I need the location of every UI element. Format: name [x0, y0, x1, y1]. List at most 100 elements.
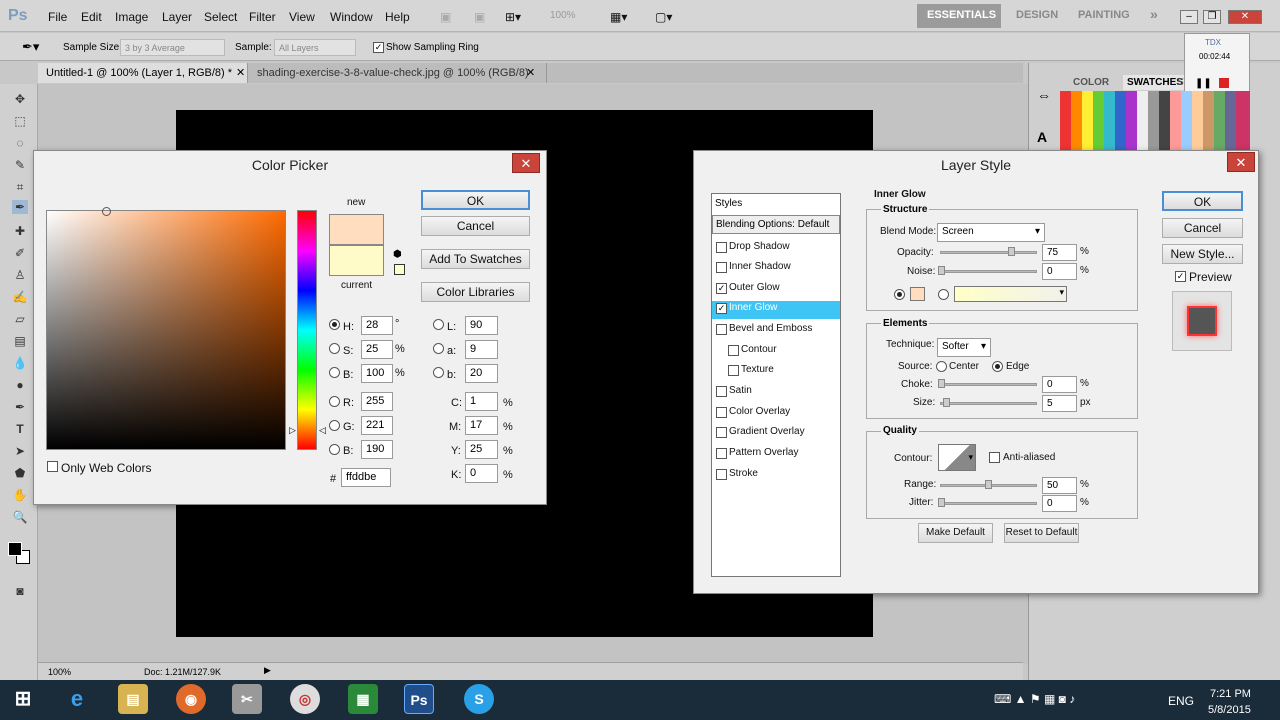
lab-b-field[interactable]: 20 — [465, 364, 498, 383]
menu-select[interactable]: Select — [204, 10, 237, 24]
eraser-tool-icon[interactable]: ▱ — [12, 312, 28, 326]
style-item-label[interactable]: Gradient Overlay — [729, 426, 805, 437]
size-field[interactable]: 5 — [1042, 395, 1077, 412]
character-panel-icon[interactable]: A — [1037, 129, 1047, 145]
cancel-button[interactable]: Cancel — [421, 216, 530, 236]
glow-color-radio[interactable] — [894, 289, 905, 300]
style-item-label[interactable]: Pattern Overlay — [729, 447, 798, 458]
close-icon[interactable]: ✕ — [512, 153, 540, 173]
h-radio[interactable] — [329, 319, 340, 330]
style-checkbox[interactable]: ✓ — [716, 283, 727, 294]
photoshop-taskbar-icon[interactable]: Ps — [404, 684, 434, 714]
panel-collapse-icon[interactable]: ⇔ — [1037, 87, 1051, 103]
size-slider-thumb[interactable] — [943, 398, 950, 407]
bridge-icon[interactable]: ▣ — [440, 10, 451, 24]
style-checkbox[interactable] — [716, 324, 727, 335]
style-checkbox[interactable]: ✓ — [716, 303, 727, 314]
history-brush-icon[interactable]: ✍ — [12, 290, 28, 304]
style-item-label[interactable]: Outer Glow — [729, 282, 780, 293]
menu-help[interactable]: Help — [385, 10, 410, 24]
opacity-field[interactable]: 75 — [1042, 244, 1077, 261]
glow-gradient-radio[interactable] — [938, 289, 949, 300]
brush-tool-icon[interactable]: ✐ — [12, 246, 28, 260]
stop-icon[interactable] — [1219, 78, 1229, 88]
extras-icon[interactable]: ⊞▾ — [505, 10, 521, 24]
status-zoom[interactable]: 100% — [48, 667, 71, 677]
hand-tool-icon[interactable]: ✋ — [12, 488, 28, 502]
blending-options-item[interactable]: Blending Options: Default — [712, 215, 840, 234]
shape-tool-icon[interactable]: ⬟ — [12, 466, 28, 480]
center-radio[interactable] — [936, 361, 947, 372]
preview-checkbox[interactable]: ✓ — [1175, 271, 1186, 282]
screen-mode-icon[interactable]: ▢▾ — [655, 10, 672, 24]
k-field[interactable]: 0 — [465, 464, 498, 483]
jitter-slider[interactable] — [938, 498, 1037, 507]
choke-field[interactable]: 0 — [1042, 376, 1077, 393]
dodge-tool-icon[interactable]: ● — [12, 378, 28, 392]
cancel-button[interactable]: Cancel — [1162, 218, 1243, 238]
b-field[interactable]: 100 — [361, 364, 393, 383]
style-item-label[interactable]: Color Overlay — [729, 406, 790, 417]
color-field[interactable] — [46, 210, 286, 450]
lab-b-radio[interactable] — [433, 367, 444, 378]
color-libraries-button[interactable]: Color Libraries — [421, 282, 530, 302]
y-field[interactable]: 25 — [465, 440, 498, 459]
g-radio[interactable] — [329, 420, 340, 431]
add-to-swatches-button[interactable]: Add To Swatches — [421, 249, 530, 269]
range-slider[interactable] — [940, 480, 1037, 489]
r-field[interactable]: 255 — [361, 392, 393, 411]
menu-image[interactable]: Image — [115, 10, 148, 24]
menu-window[interactable]: Window — [330, 10, 373, 24]
style-item-label[interactable]: Bevel and Emboss — [729, 323, 812, 334]
sample-select[interactable]: All Layers — [274, 39, 356, 56]
ok-button[interactable]: OK — [421, 190, 530, 210]
hue-slider[interactable] — [297, 210, 317, 450]
choke-slider[interactable] — [938, 379, 1037, 388]
crop-tool-icon[interactable]: ⌗ — [12, 180, 28, 194]
pen-tool-icon[interactable]: ✒ — [12, 400, 28, 414]
menu-view[interactable]: View — [289, 10, 315, 24]
style-checkbox[interactable] — [716, 448, 727, 459]
workspace-painting[interactable]: PAINTING — [1078, 9, 1130, 21]
style-item-label[interactable]: Stroke — [729, 468, 758, 479]
only-web-colors-checkbox[interactable] — [47, 461, 58, 472]
store-icon[interactable]: ▦ — [348, 684, 378, 714]
tab-close-icon[interactable]: ✕ — [236, 66, 245, 79]
jitter-slider-thumb[interactable] — [938, 498, 945, 507]
style-item-label[interactable]: Satin — [729, 385, 752, 396]
quick-mask-icon[interactable]: ◙ — [12, 584, 28, 598]
range-slider-thumb[interactable] — [984, 480, 992, 489]
minibridge-icon[interactable]: ▣ — [474, 10, 485, 24]
clock-time[interactable]: 7:21 PM — [1210, 688, 1251, 700]
a-field[interactable]: 9 — [465, 340, 498, 359]
quick-select-icon[interactable]: ✎ — [12, 158, 28, 172]
blue-field[interactable]: 190 — [361, 440, 393, 459]
l-radio[interactable] — [433, 319, 444, 330]
g-field[interactable]: 221 — [361, 416, 393, 435]
b-radio[interactable] — [329, 367, 340, 378]
status-arrow-icon[interactable]: ▶ — [264, 665, 271, 676]
style-item-label[interactable]: Contour — [741, 344, 777, 355]
language-indicator[interactable]: ENG — [1168, 694, 1194, 708]
style-item-label[interactable]: Inner Glow — [729, 302, 777, 313]
style-checkbox[interactable] — [728, 345, 739, 356]
explorer-icon[interactable]: ▤ — [118, 684, 148, 714]
minimize-button[interactable]: – — [1180, 10, 1198, 24]
tab-untitled[interactable]: Untitled-1 @ 100% (Layer 1, RGB/8) * — [38, 63, 248, 83]
a-radio[interactable] — [433, 343, 444, 354]
noise-field[interactable]: 0 — [1042, 263, 1077, 280]
lasso-tool-icon[interactable]: ◌ — [12, 136, 28, 150]
range-field[interactable]: 50 — [1042, 477, 1077, 494]
marquee-tool-icon[interactable]: ⬚ — [12, 114, 28, 128]
tools-icon[interactable]: ✂ — [232, 684, 262, 714]
close-icon[interactable]: ✕ — [1227, 152, 1255, 172]
c-field[interactable]: 1 — [465, 392, 498, 411]
blend-mode-select[interactable]: Screen ▾ — [937, 223, 1045, 242]
styles-header[interactable]: Styles — [715, 198, 742, 209]
foreground-color-swatch[interactable] — [8, 542, 22, 556]
web-safe-icon[interactable] — [394, 264, 405, 275]
color-field-cursor[interactable] — [102, 207, 111, 216]
close-button[interactable]: ✕ — [1228, 10, 1262, 24]
m-field[interactable]: 17 — [465, 416, 498, 435]
style-item-label[interactable]: Drop Shadow — [729, 241, 790, 252]
